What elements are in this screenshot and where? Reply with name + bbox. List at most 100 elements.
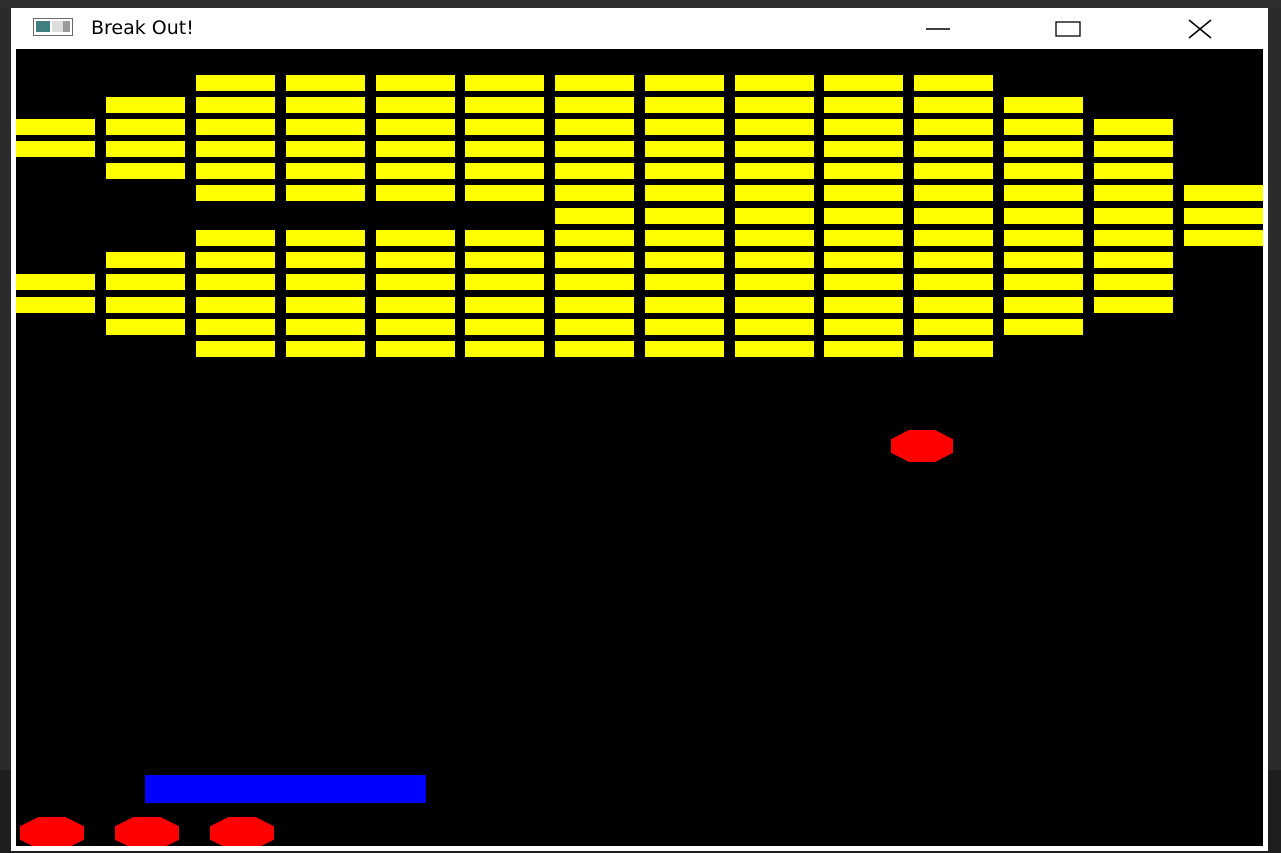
brick xyxy=(286,230,365,246)
brick xyxy=(914,252,993,268)
brick xyxy=(914,163,993,179)
brick xyxy=(376,252,455,268)
maximize-icon xyxy=(1055,20,1081,37)
brick xyxy=(465,97,544,113)
brick xyxy=(1004,297,1083,313)
brick xyxy=(1094,252,1173,268)
brick xyxy=(106,163,185,179)
brick xyxy=(1094,208,1173,224)
brick xyxy=(286,319,365,335)
brick xyxy=(106,97,185,113)
brick xyxy=(106,252,185,268)
brick xyxy=(645,163,724,179)
brick xyxy=(286,97,365,113)
brick xyxy=(1004,163,1083,179)
brick xyxy=(645,274,724,290)
game-canvas[interactable] xyxy=(16,49,1263,846)
brick xyxy=(735,119,814,135)
minimize-icon xyxy=(926,27,950,30)
brick xyxy=(914,274,993,290)
brick xyxy=(465,119,544,135)
brick xyxy=(735,230,814,246)
brick xyxy=(465,163,544,179)
brick xyxy=(1094,185,1173,201)
brick xyxy=(735,297,814,313)
maximize-button[interactable] xyxy=(1037,8,1099,49)
life-indicator xyxy=(210,817,274,846)
brick xyxy=(735,274,814,290)
brick xyxy=(376,341,455,357)
brick xyxy=(735,185,814,201)
brick xyxy=(735,208,814,224)
ball xyxy=(891,430,953,462)
brick xyxy=(735,163,814,179)
window-title: Break Out! xyxy=(91,17,194,39)
brick xyxy=(1094,297,1173,313)
brick xyxy=(465,319,544,335)
brick xyxy=(286,141,365,157)
brick xyxy=(1094,119,1173,135)
brick xyxy=(196,319,275,335)
brick xyxy=(1004,252,1083,268)
brick xyxy=(465,230,544,246)
brick xyxy=(196,119,275,135)
brick xyxy=(16,141,95,157)
brick xyxy=(286,119,365,135)
brick xyxy=(286,297,365,313)
minimize-button[interactable] xyxy=(907,8,969,49)
brick xyxy=(914,341,993,357)
brick xyxy=(1184,208,1263,224)
brick xyxy=(376,319,455,335)
brick xyxy=(376,230,455,246)
brick xyxy=(1004,185,1083,201)
brick xyxy=(914,97,993,113)
brick xyxy=(555,230,634,246)
brick xyxy=(196,163,275,179)
brick xyxy=(376,97,455,113)
brick xyxy=(376,141,455,157)
brick xyxy=(735,341,814,357)
brick xyxy=(286,252,365,268)
paddle[interactable] xyxy=(145,775,426,803)
brick xyxy=(1094,141,1173,157)
brick xyxy=(1004,141,1083,157)
brick xyxy=(1094,163,1173,179)
brick xyxy=(645,297,724,313)
brick xyxy=(735,141,814,157)
close-icon xyxy=(1188,18,1212,39)
brick xyxy=(824,141,903,157)
brick xyxy=(914,230,993,246)
brick xyxy=(1004,319,1083,335)
brick xyxy=(286,185,365,201)
brick xyxy=(286,163,365,179)
brick xyxy=(1094,274,1173,290)
brick xyxy=(914,141,993,157)
brick xyxy=(196,252,275,268)
brick xyxy=(555,274,634,290)
brick xyxy=(196,185,275,201)
brick xyxy=(16,274,95,290)
brick xyxy=(645,141,724,157)
brick xyxy=(376,75,455,91)
brick xyxy=(555,75,634,91)
brick xyxy=(555,119,634,135)
brick xyxy=(735,97,814,113)
brick xyxy=(196,141,275,157)
brick xyxy=(16,119,95,135)
brick xyxy=(645,97,724,113)
brick xyxy=(735,319,814,335)
close-button[interactable] xyxy=(1169,8,1231,49)
brick xyxy=(645,119,724,135)
brick xyxy=(555,208,634,224)
brick xyxy=(645,208,724,224)
brick xyxy=(824,274,903,290)
brick xyxy=(555,185,634,201)
brick xyxy=(196,274,275,290)
desktop-background-top xyxy=(0,0,1281,8)
brick xyxy=(914,208,993,224)
brick xyxy=(1094,230,1173,246)
brick xyxy=(824,297,903,313)
title-bar[interactable]: Break Out! xyxy=(11,8,1268,49)
brick xyxy=(106,297,185,313)
brick xyxy=(106,119,185,135)
